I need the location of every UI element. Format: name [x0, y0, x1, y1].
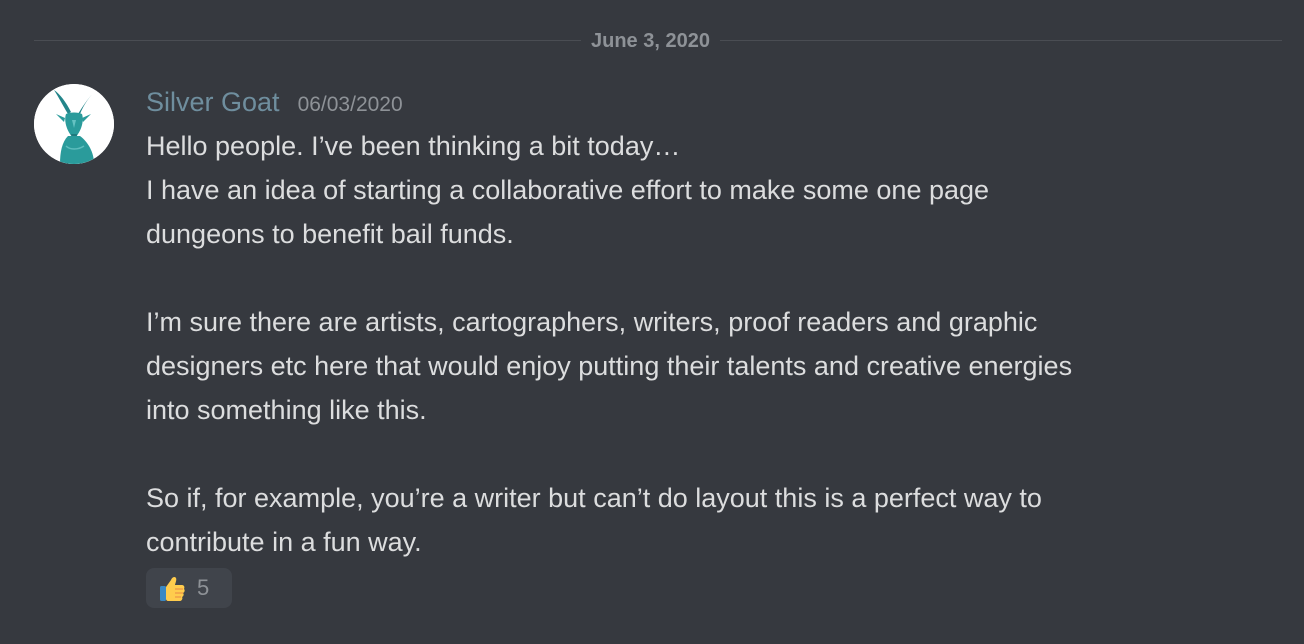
username[interactable]: Silver Goat — [146, 84, 280, 120]
message-line: contribute in a fun way. — [146, 527, 422, 557]
chat-message-view: June 3, 2020 Silver Goat 06/03/2020 Hell… — [0, 0, 1304, 644]
paragraph-break — [146, 256, 1266, 300]
date-divider-label: June 3, 2020 — [581, 28, 720, 54]
message-line: designers etc here that would enjoy putt… — [146, 351, 1073, 381]
message-line: into something like this. — [146, 395, 427, 425]
message-line: I’m sure there are artists, cartographer… — [146, 307, 1038, 337]
paragraph-break — [146, 432, 1266, 476]
user-avatar[interactable] — [34, 84, 114, 164]
message-line: I have an idea of starting a collaborati… — [146, 175, 990, 205]
message-timestamp[interactable]: 06/03/2020 — [298, 93, 403, 117]
message-line: Hello people. I’ve been thinking a bit t… — [146, 131, 681, 161]
message-content: Hello people. I’ve been thinking a bit t… — [146, 124, 1266, 564]
message-header: Silver Goat 06/03/2020 — [146, 84, 403, 120]
goat-avatar-icon — [34, 84, 114, 164]
thumbs-up-reaction[interactable]: 5 — [146, 568, 232, 608]
thumbs-up-icon — [152, 568, 192, 608]
message-line: dungeons to benefit bail funds. — [146, 219, 514, 249]
reaction-count: 5 — [197, 575, 210, 600]
message-line: So if, for example, you’re a writer but … — [146, 483, 1042, 513]
